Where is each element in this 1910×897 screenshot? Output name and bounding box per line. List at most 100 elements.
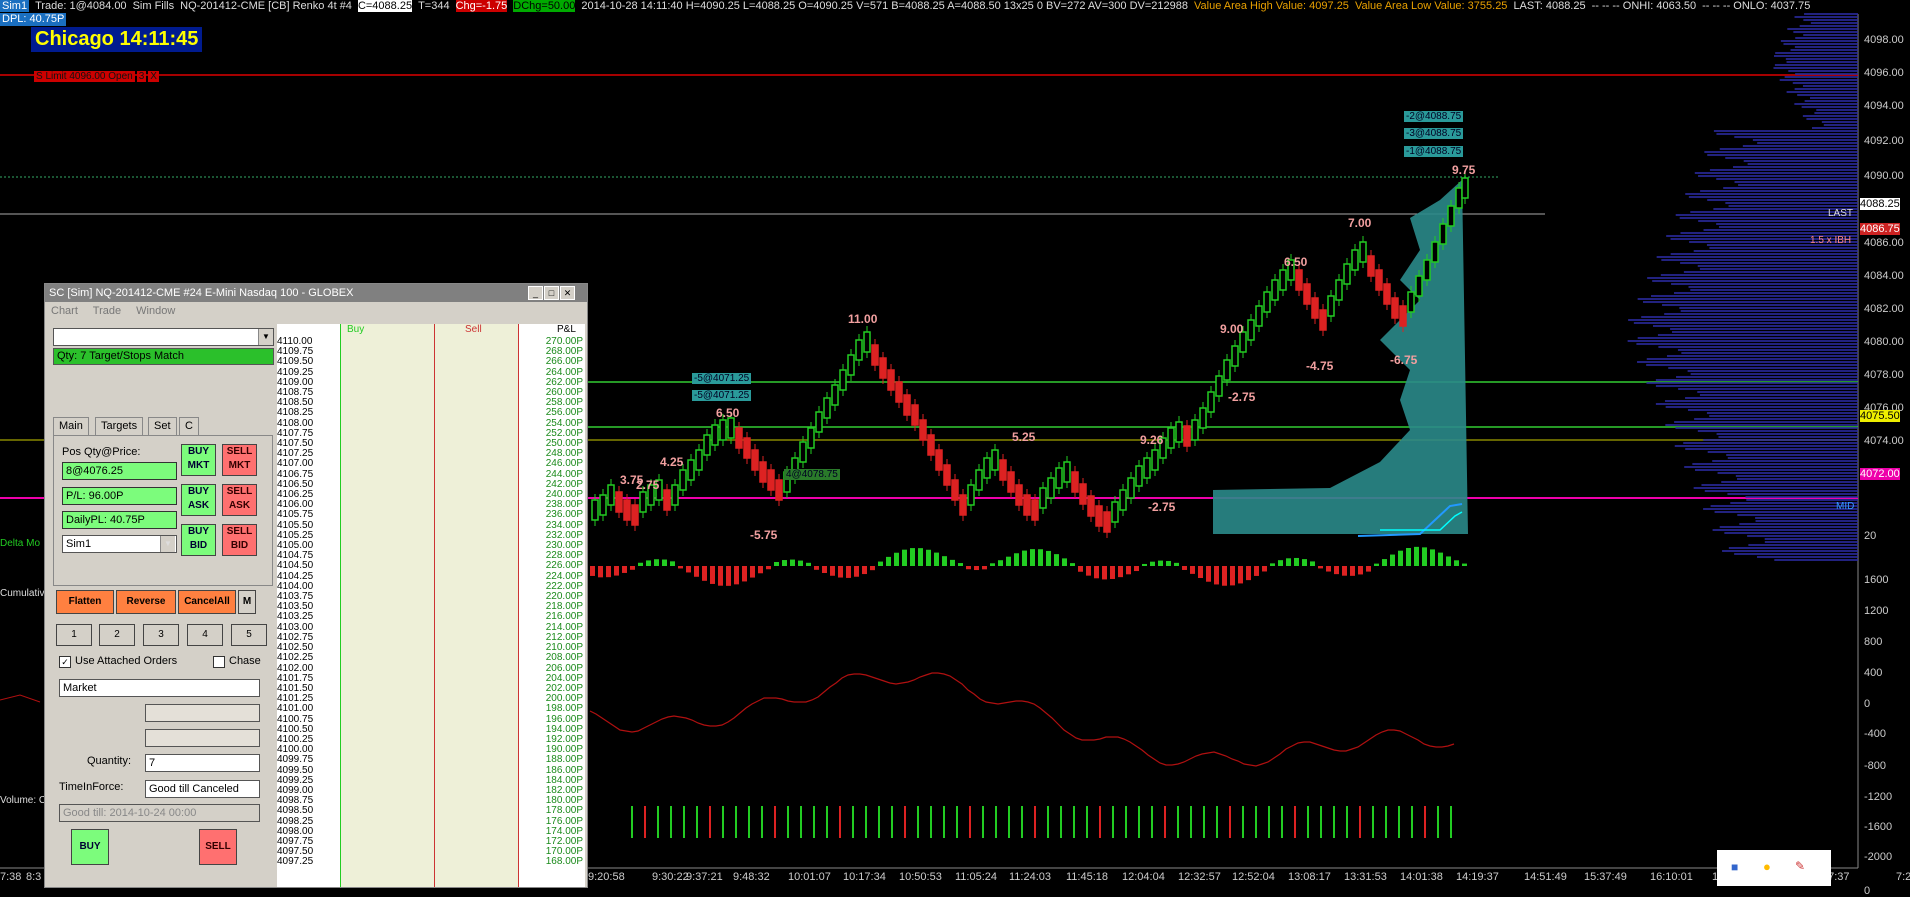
volume-profile-bar <box>1657 334 1858 336</box>
price-ladder[interactable]: Buy Sell P&L 4110.00 4109.75 4109.50 410… <box>277 324 585 887</box>
order-marker[interactable]: -2@4088.75 <box>1404 111 1464 122</box>
price-axis-label: 4086.00 <box>1864 236 1904 249</box>
delta-bar <box>1462 563 1467 566</box>
tray-icon[interactable]: ✎ <box>1795 859 1805 873</box>
sell-ask-button[interactable]: SELL ASK <box>222 484 257 516</box>
quantity-field[interactable]: 7 <box>145 754 260 772</box>
candle-body <box>1319 309 1327 331</box>
chase-checkbox[interactable] <box>213 656 225 668</box>
order-type-select[interactable]: Market <box>59 679 260 697</box>
minimize-icon[interactable]: _ <box>528 286 543 300</box>
sell-column[interactable] <box>434 324 519 887</box>
order-marker[interactable]: -3@4088.75 <box>1404 128 1464 139</box>
volume-profile-bar <box>1806 118 1858 120</box>
delta-bar <box>606 566 611 578</box>
candle-body <box>1423 259 1431 281</box>
volume-profile-bar <box>1707 199 1858 201</box>
buy-bid-button[interactable]: BUY BID <box>181 524 216 556</box>
delta-bar <box>638 562 643 566</box>
delta-bar <box>654 559 659 566</box>
volume-profile-bar <box>1739 523 1858 525</box>
delta-bar <box>886 556 891 566</box>
sell-bid-button[interactable]: SELL BID <box>222 524 257 556</box>
trade-window[interactable]: SC [Sim] NQ-201412-CME #24 E-Mini Nasdaq… <box>44 283 588 888</box>
last-line-label: LAST <box>1828 208 1854 219</box>
menu-window[interactable]: Window <box>136 305 175 317</box>
candle-body <box>1023 494 1031 516</box>
onhi: -- -- -- ONHI: 4063.50 <box>1591 0 1697 12</box>
ibh-label: 1.5 x IBH <box>1810 235 1852 246</box>
order-label[interactable]: S Limit 4096.00 Open <box>34 71 135 82</box>
use-attached-checkbox[interactable]: ✓ <box>59 656 71 668</box>
order-cancel-icon[interactable]: X <box>148 71 159 82</box>
price2-field[interactable] <box>145 729 260 747</box>
candle-body <box>1207 391 1215 413</box>
daily-pl-badge: DPL: 40.75P <box>0 13 67 26</box>
delta-bar <box>1126 566 1131 575</box>
flatten-button[interactable]: Flatten <box>56 590 114 614</box>
buy-button[interactable]: BUY <box>71 829 109 865</box>
tab-main[interactable]: Main <box>53 417 89 435</box>
delta-bar <box>822 566 827 574</box>
qty-3-button[interactable]: 3 <box>143 624 179 646</box>
volume-profile-bar <box>1674 445 1858 447</box>
order-qty[interactable]: 3 <box>136 71 147 82</box>
qty-1-button[interactable]: 1 <box>56 624 92 646</box>
qty-2-button[interactable]: 2 <box>99 624 135 646</box>
m-button[interactable]: M <box>238 590 256 614</box>
delta-bar <box>1150 561 1155 566</box>
tray-icon[interactable]: ■ <box>1731 860 1738 874</box>
buy-column[interactable] <box>340 324 435 887</box>
buy-market-button[interactable]: BUY MKT <box>181 444 216 476</box>
volume-profile-bar <box>1716 223 1858 225</box>
volume-profile-bar <box>1742 145 1858 147</box>
delta-bar <box>774 562 779 566</box>
candle-body <box>1079 483 1087 505</box>
price1-field[interactable] <box>145 704 260 722</box>
candle-body <box>863 331 871 353</box>
order-marker[interactable]: -1@4088.75 <box>1404 146 1464 157</box>
open-order-tag[interactable]: S Limit 4096.00 Open 3 X <box>34 70 161 83</box>
volume-profile-bar <box>1712 529 1858 531</box>
tab-set[interactable]: Set <box>148 417 177 435</box>
candle-body <box>623 499 631 521</box>
volume-profile-bar <box>1664 313 1858 315</box>
delta-bar <box>1062 558 1067 566</box>
qty-4-button[interactable]: 4 <box>187 624 223 646</box>
sell-market-button[interactable]: SELL MKT <box>222 444 257 476</box>
sell-button[interactable]: SELL <box>199 829 237 865</box>
candle-body <box>943 464 951 486</box>
chevron-down-icon[interactable]: ▼ <box>258 329 273 345</box>
volume-profile-bar <box>1700 190 1858 192</box>
close-icon[interactable]: ✕ <box>560 286 575 300</box>
window-title-bar[interactable]: SC [Sim] NQ-201412-CME #24 E-Mini Nasdaq… <box>45 284 587 302</box>
swing-label: 6.50 <box>1284 255 1308 269</box>
menu-trade[interactable]: Trade <box>93 305 121 317</box>
reverse-button[interactable]: Reverse <box>116 590 176 614</box>
delta-bar <box>1446 556 1451 566</box>
delta-bar <box>1014 553 1019 566</box>
tab-c[interactable]: C <box>179 417 199 435</box>
volume-profile-bar <box>1802 115 1858 117</box>
price-axis-label: 4086.75 <box>1860 223 1900 236</box>
price-axis-label: -1600 <box>1864 821 1893 834</box>
tray-icon[interactable]: ● <box>1763 859 1771 874</box>
qty-5-button[interactable]: 5 <box>231 624 267 646</box>
tif-select[interactable]: Good till Canceled <box>145 780 260 798</box>
daily-pl-field: DailyPL: 40.75P <box>62 511 177 529</box>
volume-profile-bar <box>1794 46 1858 48</box>
symbol-select[interactable]: ▼ <box>53 328 274 346</box>
volume-profile-bar <box>1728 547 1858 549</box>
time-axis-label: 8:3 <box>26 871 42 883</box>
cancel-all-button[interactable]: CancelAll <box>178 590 236 614</box>
buy-ask-button[interactable]: BUY ASK <box>181 484 216 516</box>
price-axis-label: 4084.00 <box>1864 269 1904 282</box>
mid-label: MID <box>1836 501 1855 512</box>
menu-chart[interactable]: Chart <box>51 305 78 317</box>
chevron-down-icon[interactable]: ▼ <box>160 536 175 552</box>
maximize-icon[interactable]: □ <box>544 286 559 300</box>
volume-profile-bar <box>1692 463 1858 465</box>
candle-body <box>1111 501 1119 523</box>
candle-body <box>975 469 983 491</box>
tab-targets[interactable]: Targets <box>95 417 144 435</box>
